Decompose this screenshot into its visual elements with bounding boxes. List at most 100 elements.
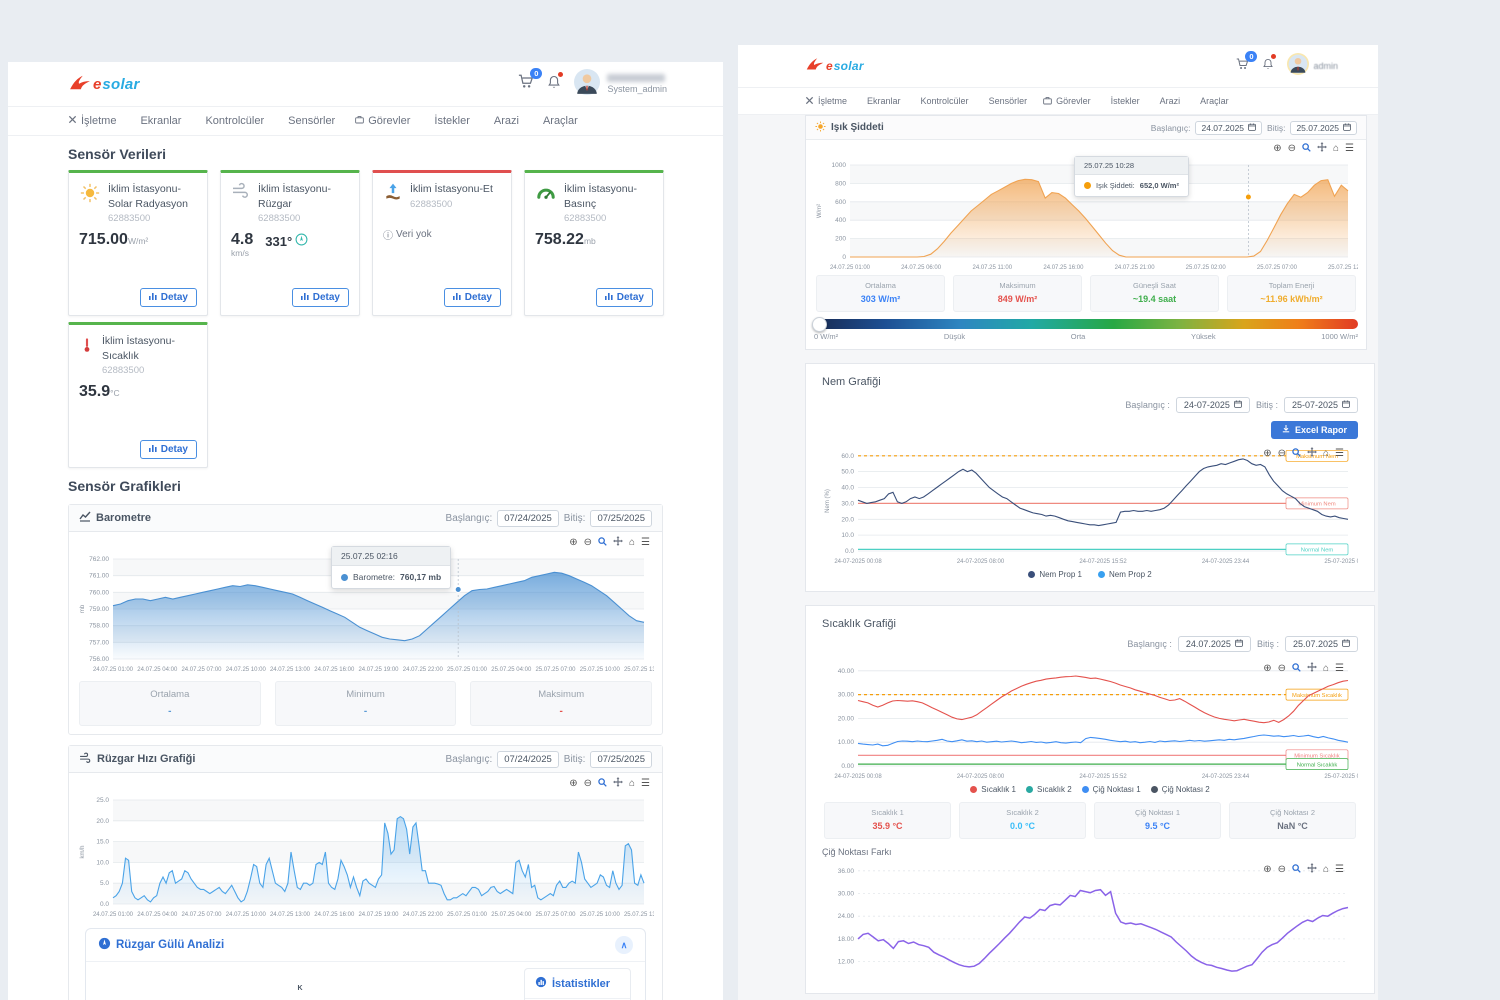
pan-icon[interactable]	[1317, 142, 1327, 155]
zoom-in-icon[interactable]: ⊕	[1263, 449, 1271, 459]
brand-logo[interactable]: esolar	[68, 73, 140, 96]
menu-icon[interactable]: ☰	[1335, 664, 1344, 674]
legend-item[interactable]: Nem Prop 2	[1098, 570, 1152, 579]
svg-text:762.00: 762.00	[89, 556, 109, 563]
legend-item[interactable]: Sıcaklık 2	[1026, 785, 1072, 794]
zoom-in-icon[interactable]: ⊕	[569, 538, 577, 548]
nav-item[interactable]: Kontrolcüler	[917, 96, 969, 106]
end-date-input[interactable]: 25.07.2025	[1285, 636, 1358, 652]
nav-item[interactable]: Sensörler	[284, 115, 335, 127]
notification-dot	[1271, 54, 1276, 59]
user-menu[interactable]: System_admin	[574, 69, 667, 100]
zoom-in-icon[interactable]: ⊕	[1263, 865, 1271, 875]
zoom-out-icon[interactable]: ⊖	[1278, 449, 1286, 459]
home-icon[interactable]: ⌂	[629, 538, 635, 548]
svg-text:mb: mb	[80, 604, 86, 613]
nav-item[interactable]: Arazi	[1156, 96, 1181, 106]
notifications-button[interactable]	[548, 75, 560, 94]
detail-button[interactable]: Detay	[292, 288, 349, 307]
nav-item[interactable]: İşletme	[68, 115, 116, 127]
svg-text:24.07.25 19:00: 24.07.25 19:00	[358, 667, 399, 673]
zoom-in-icon[interactable]: ⊕	[1263, 664, 1271, 674]
menu-icon[interactable]: ☰	[1345, 144, 1354, 154]
brand-logo[interactable]: esolar	[805, 56, 864, 76]
svg-text:200: 200	[835, 236, 846, 243]
pan-icon[interactable]	[1307, 863, 1317, 876]
home-icon[interactable]: ⌂	[1333, 144, 1339, 154]
nav-item[interactable]: Sensörler	[985, 96, 1028, 106]
nav-item[interactable]: Kontrolcüler	[201, 115, 264, 127]
compass-icon	[295, 233, 308, 249]
selection-zoom-icon[interactable]	[1302, 143, 1311, 155]
end-date-input[interactable]: 25.07.2025	[1290, 121, 1357, 135]
start-date-input[interactable]: 24.07.2025	[1195, 121, 1262, 135]
start-date-input[interactable]: 07/24/2025	[497, 510, 559, 527]
svg-text:24-07-2025 23:44: 24-07-2025 23:44	[1202, 774, 1250, 780]
legend-item[interactable]: Çiğ Noktası 2	[1151, 785, 1210, 794]
svg-text:10.00: 10.00	[838, 739, 855, 746]
zoom-out-icon[interactable]: ⊖	[584, 779, 592, 789]
wind-speed-chart[interactable]: 25.020.015.010.05.00.024.07.25 01:0024.0…	[77, 792, 654, 920]
home-icon[interactable]: ⌂	[629, 779, 635, 789]
selection-zoom-icon[interactable]	[598, 778, 607, 790]
wind-rose-chart[interactable]: 15%12%9%KKKDKDKKBKB	[100, 968, 500, 1000]
svg-text:20.0: 20.0	[96, 818, 109, 825]
zoom-out-icon[interactable]: ⊖	[1278, 664, 1286, 674]
scale-knob[interactable]	[812, 317, 827, 332]
home-icon[interactable]: ⌂	[1323, 449, 1329, 459]
pan-icon[interactable]	[1307, 662, 1317, 675]
menu-icon[interactable]: ☰	[1335, 865, 1344, 875]
menu-icon[interactable]: ☰	[641, 538, 650, 548]
legend-item[interactable]: Nem Prop 1	[1028, 570, 1082, 579]
pan-icon[interactable]	[613, 777, 623, 790]
svg-text:759.00: 759.00	[89, 606, 109, 613]
cart-button[interactable]: 0	[1236, 57, 1249, 75]
start-date-input[interactable]: 24-07-2025	[1176, 397, 1250, 413]
nav-item[interactable]: Görevler	[1043, 96, 1091, 107]
nav-item[interactable]: Araçlar	[539, 115, 578, 127]
end-date-input[interactable]: 25-07-2025	[1284, 397, 1358, 413]
cart-button[interactable]: 0	[518, 74, 534, 94]
nav-item[interactable]: Görevler	[355, 115, 410, 127]
end-date-input[interactable]: 07/25/2025	[590, 751, 652, 768]
detail-button[interactable]: Detay	[596, 288, 653, 307]
svg-text:5.0: 5.0	[100, 880, 109, 887]
end-date-input[interactable]: 07/25/2025	[590, 510, 652, 527]
nav-item[interactable]: İstekler	[1107, 96, 1140, 106]
selection-zoom-icon[interactable]	[1292, 448, 1301, 460]
user-menu[interactable]: admin	[1287, 53, 1338, 80]
pan-icon[interactable]	[613, 536, 623, 549]
zoom-out-icon[interactable]: ⊖	[1288, 144, 1296, 154]
legend-item[interactable]: Sıcaklık 1	[970, 785, 1016, 794]
nav-item[interactable]: Araçlar	[1196, 96, 1229, 106]
zoom-out-icon[interactable]: ⊖	[584, 538, 592, 548]
detail-button[interactable]: Detay	[444, 288, 501, 307]
nav-item[interactable]: İşletme	[805, 96, 847, 107]
zoom-out-icon[interactable]: ⊖	[1278, 865, 1286, 875]
home-icon[interactable]: ⌂	[1323, 664, 1329, 674]
notifications-button[interactable]	[1263, 57, 1273, 75]
menu-icon[interactable]: ☰	[1335, 449, 1344, 459]
nav-item[interactable]: Arazi	[490, 115, 519, 127]
nav-item[interactable]: Ekranlar	[863, 96, 901, 106]
zoom-in-icon[interactable]: ⊕	[1273, 144, 1281, 154]
pan-icon[interactable]	[1307, 447, 1317, 460]
start-date-input[interactable]: 24.07.2025	[1178, 636, 1251, 652]
nav-item[interactable]: Ekranlar	[136, 115, 181, 127]
start-date-input[interactable]: 07/24/2025	[497, 751, 559, 768]
detail-button[interactable]: Detay	[140, 440, 197, 459]
stat-box: Çiğ Noktası 1 9.5 °C	[1094, 802, 1221, 839]
selection-zoom-icon[interactable]	[1292, 864, 1301, 876]
detail-button[interactable]: Detay	[140, 288, 197, 307]
home-icon[interactable]: ⌂	[1323, 865, 1329, 875]
menu-icon[interactable]: ☰	[641, 779, 650, 789]
series-dot	[1084, 182, 1091, 189]
excel-report-button[interactable]: Excel Rapor	[1271, 421, 1358, 439]
selection-zoom-icon[interactable]	[598, 537, 607, 549]
zoom-in-icon[interactable]: ⊕	[569, 779, 577, 789]
legend-item[interactable]: Çiğ Noktası 1	[1082, 785, 1141, 794]
download-icon	[1282, 425, 1290, 435]
collapse-chevron-icon[interactable]: ∧	[615, 936, 633, 954]
selection-zoom-icon[interactable]	[1292, 663, 1301, 675]
nav-item[interactable]: İstekler	[430, 115, 469, 127]
